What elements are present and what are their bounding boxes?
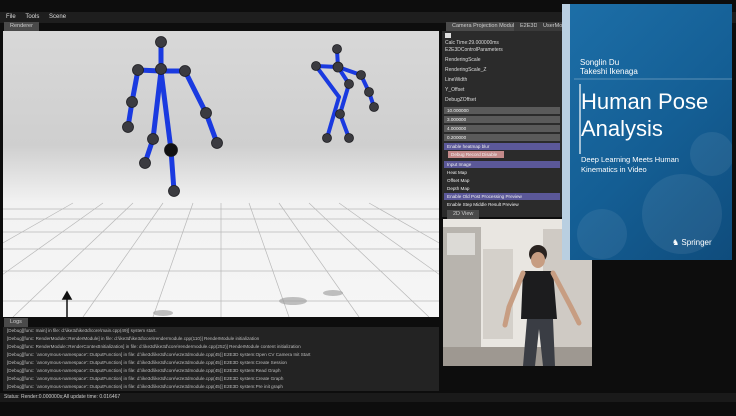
scene-3d [3, 36, 439, 317]
option-heat-map[interactable]: Heat Map [444, 169, 560, 176]
book-subtitle-line-1: Deep Learning Meets Human [581, 155, 679, 164]
calc-time-label: Calc Time:29.000000ms [445, 40, 499, 46]
rendering-scale-z-label: RenderingScale_Z [445, 67, 487, 73]
log-panel: [Debug][func: main] in file: d:\ike3d\ik… [3, 327, 439, 391]
debug-z-offset-label: DebugZOffset [445, 97, 477, 103]
checkbox-icon[interactable] [445, 33, 451, 38]
book-title-line-1: Human Pose [581, 89, 709, 114]
tab-camera-projection[interactable]: Camera Projection Module [446, 22, 524, 31]
parameter-panel: Calc Time:29.000000ms E2E3DControlParame… [442, 31, 562, 217]
log-line: [Debug][func: `anonymous-namespace'::Out… [7, 352, 311, 357]
log-line: [Debug][func: `anonymous-namespace'::Out… [7, 360, 287, 365]
tab-2d-view[interactable]: 2D View [447, 210, 480, 219]
menu-scene[interactable]: Scene [49, 12, 66, 23]
log-line: [Debug][func: `anonymous-namespace'::Out… [7, 368, 281, 373]
app-window: File Tools Scene Renderer Logs [Debug][f… [0, 0, 736, 416]
publisher-logo: ♞ Springer [672, 238, 712, 247]
option-offset-map[interactable]: Offset Map [444, 177, 560, 184]
rendering-scale-label: RenderingScale [445, 57, 481, 63]
option-depth-map[interactable]: Depth Map [444, 185, 560, 192]
y-offset-label: Y_Offset [445, 87, 465, 93]
book-author-2: Takeshi Ikenaga [580, 67, 638, 76]
publisher-name: Springer [681, 238, 712, 247]
springer-horse-icon: ♞ [672, 238, 680, 247]
log-line: [Debug][func: `anonymous-namespace'::Out… [7, 384, 283, 389]
book-cover: Songlin Du Takeshi Ikenaga Human Pose An… [562, 4, 732, 260]
axis-gizmo [61, 290, 73, 317]
value-input[interactable]: 0.200000 [444, 134, 560, 141]
log-line: [Debug][func: main] in file: d:\ike3d\ik… [7, 328, 157, 333]
book-title-line-2: Analysis [581, 116, 663, 141]
status-bar: Status: Render:0.000000s;All update time… [0, 393, 736, 402]
log-line: [Debug][func: `anonymous-namespace'::Out… [7, 376, 284, 381]
book-author-1: Songlin Du [580, 58, 620, 67]
log-line: [Debug][func: RenderModule::RenderContex… [7, 344, 301, 349]
debug-record-disable-button[interactable]: Debug Record Disable [448, 151, 504, 158]
skeleton-shadows [153, 290, 343, 316]
enable-heatmap-blur-toggle[interactable]: Enable heatmap blur [444, 143, 560, 150]
control-params-label: E2E3DControlParameters [445, 47, 503, 53]
value-input[interactable]: 4.000000 [444, 125, 560, 132]
tab-logs[interactable]: Logs [4, 318, 28, 327]
tab-renderer[interactable]: Renderer [4, 22, 39, 31]
value-input[interactable]: 10.000000 [444, 107, 560, 114]
value-input[interactable]: 3.000000 [444, 116, 560, 123]
line-width-label: LineWidth [445, 77, 468, 83]
log-line: [Debug][func: RenderModule::RenderModule… [7, 336, 260, 341]
enable-step-middle-toggle[interactable]: Enable Step Middle Result Preview [444, 201, 560, 208]
enable-post-processing-toggle[interactable]: Enable Old Post Processing Preview [444, 193, 560, 200]
renderer-viewport[interactable] [3, 31, 439, 317]
floor-grid [3, 202, 439, 317]
book-subtitle-line-2: Kinematics in Video [581, 165, 647, 174]
option-input-image[interactable]: Input Image [444, 161, 560, 168]
